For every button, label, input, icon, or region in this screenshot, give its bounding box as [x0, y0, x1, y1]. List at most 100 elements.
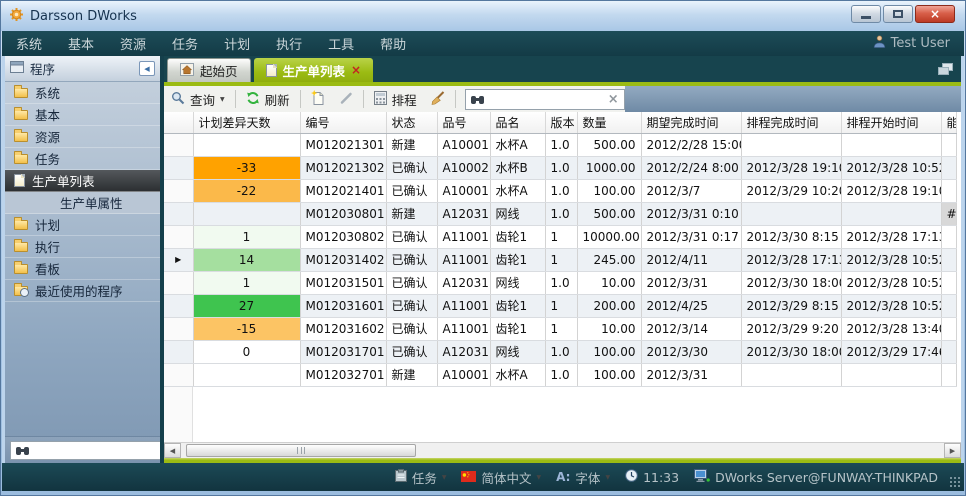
window-stack-icon[interactable]	[938, 61, 953, 80]
sidebar-item[interactable]: 任务	[5, 148, 160, 170]
cell-ver: 1	[545, 248, 577, 271]
table-row[interactable]: M012021301新建A10001水杯A1.0500.002012/2/28 …	[164, 133, 956, 156]
resize-grip[interactable]	[949, 476, 960, 487]
menu-item-2[interactable]: 基本	[68, 34, 94, 53]
status-font-menu[interactable]: A: 字体 ▼	[556, 468, 610, 487]
cell-due: 2012/3/7	[641, 179, 741, 202]
table-row[interactable]: 1M012030802已确认A11001齿轮1110000.002012/3/3…	[164, 225, 956, 248]
table-row[interactable]: -15M012031602已确认A11001齿轮1110.002012/3/14…	[164, 317, 956, 340]
maximize-button[interactable]	[883, 5, 913, 23]
minimize-icon	[861, 16, 871, 19]
refresh-button[interactable]: 刷新	[239, 88, 297, 110]
horizontal-scrollbar[interactable]: ◀ ▶	[164, 442, 961, 458]
cell-status: 已确认	[386, 340, 437, 363]
table-row[interactable]: -22M012021401已确认A10001水杯A1.0100.002012/3…	[164, 179, 956, 202]
column-header-pno[interactable]: 品号	[437, 112, 490, 133]
sidebar-item[interactable]: 系统	[5, 82, 160, 104]
china-flag-icon	[461, 470, 476, 485]
cell-diff	[193, 202, 300, 225]
sidebar-item[interactable]: 看板	[5, 258, 160, 280]
column-header-diff[interactable]: 计划差异天数	[193, 112, 300, 133]
table-row[interactable]: 1M012031501已确认A12031网线1.010.002012/3/312…	[164, 271, 956, 294]
status-bar: 任务 ▼ 简体中文 ▼ A: 字体 ▼ 11:33 DWorks Server@…	[2, 463, 964, 491]
column-header-due[interactable]: 期望完成时间	[641, 112, 741, 133]
tab-home[interactable]: 起始页	[167, 58, 251, 82]
cell-ver: 1.0	[545, 340, 577, 363]
column-header-end[interactable]: 排程完成时间	[741, 112, 841, 133]
sidebar-item[interactable]: 最近使用的程序	[5, 280, 160, 302]
cell-end	[741, 202, 841, 225]
row-selector-cell	[164, 317, 193, 340]
scroll-left-button[interactable]: ◀	[164, 443, 181, 458]
tab-production-order-list[interactable]: 生产单列表 ×	[254, 58, 374, 82]
menu-item-4[interactable]: 任务	[172, 34, 198, 53]
collapse-sidebar-button[interactable]: ◀	[139, 61, 155, 76]
clean-button[interactable]	[424, 88, 452, 110]
column-header-start[interactable]: 排程开始时间	[841, 112, 941, 133]
sidebar-item-label: 生产单列表	[32, 171, 95, 190]
refresh-icon	[246, 91, 260, 108]
cell-pname: 齿轮1	[490, 317, 545, 340]
sidebar-item[interactable]: 资源	[5, 126, 160, 148]
language-label: 简体中文	[481, 468, 531, 487]
cell-extra	[941, 248, 956, 271]
table-row[interactable]: -33M012021302已确认A10002水杯B1.01000.002012/…	[164, 156, 956, 179]
column-header-qty[interactable]: 数量	[577, 112, 641, 133]
table-row[interactable]: M012032701新建A10001水杯A1.0100.002012/3/31	[164, 363, 956, 386]
cell-end	[741, 363, 841, 386]
table-row[interactable]: ▶14M012031402已确认A11001齿轮11245.002012/4/1…	[164, 248, 956, 271]
cell-pno: A11001	[437, 317, 490, 340]
sidebar-item[interactable]: 生产单属性	[5, 192, 160, 214]
table-filter-input[interactable]	[490, 92, 603, 106]
new-document-icon	[311, 90, 325, 108]
schedule-button[interactable]: 排程	[367, 88, 424, 110]
table-row[interactable]: 0M012031701已确认A12031网线1.0100.002012/3/30…	[164, 340, 956, 363]
column-header-no[interactable]: 编号	[300, 112, 386, 133]
cell-qty: 1000.00	[577, 156, 641, 179]
table-header-row: 计划差异天数编号状态品号品名版本数量期望完成时间排程完成时间排程开始时间能	[164, 112, 956, 133]
cell-pno: A11001	[437, 294, 490, 317]
sidebar-item[interactable]: 生产单列表	[5, 170, 160, 192]
sidebar-item[interactable]: 基本	[5, 104, 160, 126]
menu-item-1[interactable]: 系统	[16, 34, 42, 53]
chevron-down-icon[interactable]: ▼	[220, 96, 225, 103]
sidebar-items: 系统基本资源任务生产单列表生产单属性计划执行看板最近使用的程序	[5, 82, 160, 302]
edit-button[interactable]	[332, 88, 360, 110]
column-header-status[interactable]: 状态	[386, 112, 437, 133]
cell-diff: 0	[193, 340, 300, 363]
status-language-menu[interactable]: 简体中文 ▼	[461, 468, 541, 487]
close-tab-icon[interactable]: ×	[351, 64, 361, 76]
menu-item-6[interactable]: 执行	[276, 34, 302, 53]
menu-item-5[interactable]: 计划	[224, 34, 250, 53]
cell-start: 2012/3/28 19:10	[841, 179, 941, 202]
new-document-button[interactable]	[304, 88, 332, 110]
table-row[interactable]: M012030801新建A12031网线1.0500.002012/3/31 0…	[164, 202, 956, 225]
cell-ver: 1	[545, 225, 577, 248]
cell-pno: A12031	[437, 202, 490, 225]
menu-item-8[interactable]: 帮助	[380, 34, 406, 53]
close-button[interactable]: ×	[915, 5, 955, 23]
cell-status: 已确认	[386, 248, 437, 271]
scroll-right-button[interactable]: ▶	[944, 443, 961, 458]
row-selector-cell	[164, 271, 193, 294]
row-selector-cell	[164, 179, 193, 202]
scrollbar-thumb[interactable]	[186, 444, 416, 457]
selected-row-pointer-icon: ▶	[164, 248, 193, 271]
current-user[interactable]: Test User	[873, 35, 950, 52]
sidebar-item[interactable]: 计划	[5, 214, 160, 236]
column-header-partial[interactable]: 能	[941, 112, 956, 133]
app-gear-icon	[9, 7, 24, 26]
column-header-pname[interactable]: 品名	[490, 112, 545, 133]
minimize-button[interactable]	[851, 5, 881, 23]
status-tasks-menu[interactable]: 任务 ▼	[395, 468, 447, 487]
cell-no: M012030801	[300, 202, 386, 225]
cell-end: 2012/3/28 17:13	[741, 248, 841, 271]
menu-item-7[interactable]: 工具	[328, 34, 354, 53]
query-button[interactable]: 查询 ▼	[164, 88, 232, 110]
menu-item-3[interactable]: 资源	[120, 34, 146, 53]
sidebar-item[interactable]: 执行	[5, 236, 160, 258]
column-header-ver[interactable]: 版本	[545, 112, 577, 133]
clear-filter-icon[interactable]: ×	[608, 93, 619, 106]
cell-ver: 1	[545, 294, 577, 317]
table-row[interactable]: 27M012031601已确认A11001齿轮11200.002012/4/25…	[164, 294, 956, 317]
